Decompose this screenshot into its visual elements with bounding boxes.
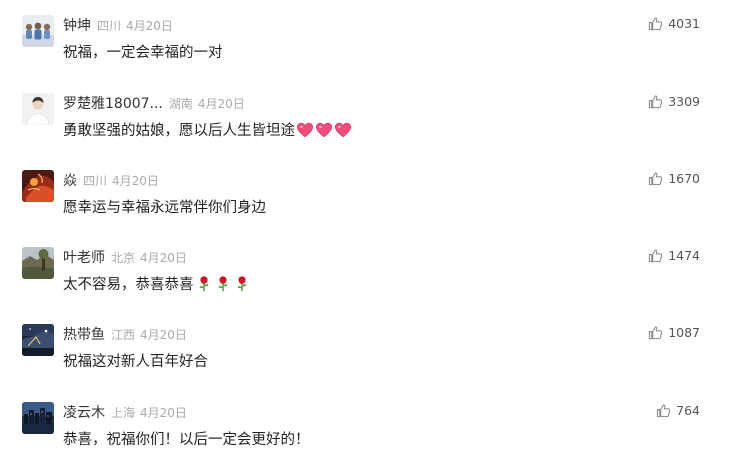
like-button[interactable]: 1670 <box>648 171 700 186</box>
rose-emoji <box>214 275 232 293</box>
comment-item: 钟坤 四川 4月20日 祝福，一定会幸福的一对 4031 <box>0 13 729 73</box>
thumbs-up-icon <box>656 403 671 418</box>
comment-text-content: 祝福，一定会幸福的一对 <box>63 45 223 61</box>
like-button[interactable]: 764 <box>656 403 700 418</box>
comment-meta: 钟坤 四川 4月20日 <box>63 15 173 35</box>
date-label: 4月20日 <box>140 328 187 342</box>
comment-text-content: 恭喜，祝福你们！以后一定会更好的！ <box>63 432 310 448</box>
comment-text: 恭喜，祝福你们！以后一定会更好的！ <box>63 428 310 449</box>
comment-meta: 凌云木 上海 4月20日 <box>63 402 187 422</box>
thumbs-up-icon <box>648 325 663 340</box>
comment-text-content: 勇敢坚强的姑娘，愿以后人生皆坦途 <box>63 123 295 139</box>
username[interactable]: 热带鱼 <box>63 324 105 344</box>
location-label: 江西 <box>111 328 136 342</box>
heart-emoji <box>296 121 314 139</box>
like-count: 3309 <box>668 94 700 109</box>
like-count: 4031 <box>668 16 700 31</box>
username[interactable]: 凌云木 <box>63 402 105 422</box>
comment-text: 祝福这对新人百年好合 <box>63 350 208 371</box>
like-count: 1087 <box>668 325 700 340</box>
comment-meta: 叶老师 北京 4月20日 <box>63 247 187 267</box>
family-photo-avatar[interactable] <box>22 15 54 47</box>
comment-item: 凌云木 上海 4月20日 恭喜，祝福你们！以后一定会更好的！ 764 <box>0 400 729 460</box>
comment-text-content: 太不容易，恭喜恭喜 <box>63 277 194 293</box>
location-label: 湖南 <box>168 97 193 111</box>
username[interactable]: 罗楚雅18007... <box>63 93 163 113</box>
location-label: 四川 <box>83 174 108 188</box>
username[interactable]: 钟坤 <box>63 15 91 35</box>
like-count: 1474 <box>668 248 700 263</box>
comment-meta: 焱 四川 4月20日 <box>63 170 159 190</box>
thumbs-up-icon <box>648 94 663 109</box>
like-count: 1670 <box>668 171 700 186</box>
location-label: 四川 <box>97 19 122 33</box>
city-night-avatar[interactable] <box>22 402 54 434</box>
comment-item: 罗楚雅18007... 湖南 4月20日 勇敢坚强的姑娘，愿以后人生皆坦途 33… <box>0 91 729 151</box>
comment-text-content: 愿幸运与幸福永远常伴你们身边 <box>63 200 266 216</box>
portrait-avatar[interactable] <box>22 93 54 125</box>
like-button[interactable]: 1087 <box>648 325 700 340</box>
date-label: 4月20日 <box>140 406 187 420</box>
comment-text: 祝福，一定会幸福的一对 <box>63 41 223 62</box>
location-label: 北京 <box>111 251 136 265</box>
username[interactable]: 叶老师 <box>63 247 105 267</box>
heart-emoji <box>315 121 333 139</box>
date-label: 4月20日 <box>197 97 245 111</box>
red-art-avatar[interactable] <box>22 170 54 202</box>
thumbs-up-icon <box>648 171 663 186</box>
date-label: 4月20日 <box>140 251 187 265</box>
username[interactable]: 焱 <box>63 170 77 190</box>
date-label: 4月20日 <box>112 174 159 188</box>
landscape-avatar[interactable] <box>22 247 54 279</box>
comment-meta: 罗楚雅18007... 湖南 4月20日 <box>63 93 245 113</box>
rose-emoji <box>233 275 251 293</box>
comment-text-content: 祝福这对新人百年好合 <box>63 354 208 370</box>
thumbs-up-icon <box>648 248 663 263</box>
comment-text: 太不容易，恭喜恭喜 <box>63 273 251 294</box>
like-count: 764 <box>676 403 700 418</box>
comment-item: 叶老师 北京 4月20日 太不容易，恭喜恭喜 1474 <box>0 245 729 305</box>
location-label: 上海 <box>111 406 136 420</box>
comment-text: 勇敢坚强的姑娘，愿以后人生皆坦途 <box>63 119 352 140</box>
date-label: 4月20日 <box>126 19 173 33</box>
like-button[interactable]: 4031 <box>648 16 700 31</box>
like-button[interactable]: 3309 <box>648 94 700 109</box>
comment-item: 热带鱼 江西 4月20日 祝福这对新人百年好合 1087 <box>0 322 729 382</box>
thumbs-up-icon <box>648 16 663 31</box>
night-sky-avatar[interactable] <box>22 324 54 356</box>
rose-emoji <box>195 275 213 293</box>
heart-emoji <box>334 121 352 139</box>
comment-item: 焱 四川 4月20日 愿幸运与幸福永远常伴你们身边 1670 <box>0 168 729 228</box>
like-button[interactable]: 1474 <box>648 248 700 263</box>
comment-meta: 热带鱼 江西 4月20日 <box>63 324 187 344</box>
comment-text: 愿幸运与幸福永远常伴你们身边 <box>63 196 266 217</box>
